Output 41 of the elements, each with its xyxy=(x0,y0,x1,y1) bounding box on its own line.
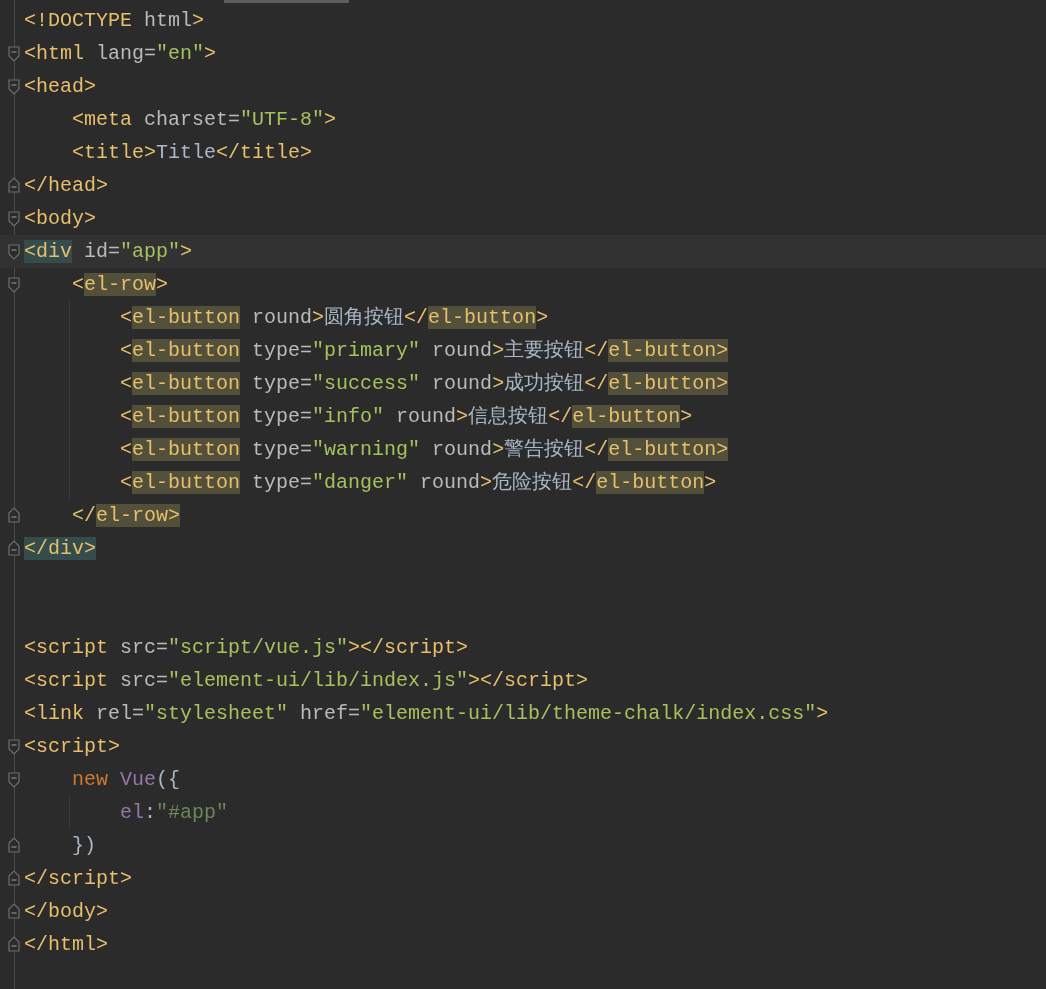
code-line: <el-button type="primary" round>主要按钮</el-button> xyxy=(119,338,729,364)
code-line: el:"#app" xyxy=(119,800,229,826)
code-line: <script src="script/vue.js"></script> xyxy=(24,635,469,661)
code-line: <el-button type="danger" round>危险按钮</el-button> xyxy=(119,470,717,496)
unfold-icon[interactable] xyxy=(8,903,20,919)
code-line: </script> xyxy=(24,866,133,892)
unfold-icon[interactable] xyxy=(8,837,20,853)
code-line: <meta charset="UTF-8"> xyxy=(71,107,337,133)
code-line: <body> xyxy=(24,206,96,232)
code-line: <head> xyxy=(24,74,96,100)
unfold-icon[interactable] xyxy=(8,177,20,193)
code-line: <el-button type="info" round>信息按钮</el-button> xyxy=(119,404,693,430)
code-line: <title>Title</title> xyxy=(71,140,313,166)
code-line: <el-button round>圆角按钮</el-button> xyxy=(119,305,549,331)
code-line: </el-row> xyxy=(71,503,181,529)
code-line: <el-button type="success" round>成功按钮</el-button> xyxy=(119,371,729,397)
fold-icon[interactable] xyxy=(8,772,20,788)
fold-icon[interactable] xyxy=(8,79,20,95)
fold-icon[interactable] xyxy=(8,244,20,260)
code-line: <link rel="stylesheet" href="element-ui/lib/theme-chalk/index.css"> xyxy=(24,701,829,727)
fold-icon[interactable] xyxy=(8,46,20,62)
code-line: }) xyxy=(71,833,96,859)
code-line: <el-button type="warning" round>警告按钮</el-button> xyxy=(119,437,729,463)
code-line: <script> xyxy=(24,734,120,760)
code-line: <el-row> xyxy=(71,272,169,298)
unfold-icon[interactable] xyxy=(8,936,20,952)
code-line: <script src="element-ui/lib/index.js"></script> xyxy=(24,668,589,694)
code-line: </body> xyxy=(24,899,108,925)
code-line: </head> xyxy=(24,173,108,199)
code-line: </html> xyxy=(24,932,108,958)
fold-icon[interactable] xyxy=(8,739,20,755)
code-line: new Vue({ xyxy=(71,767,181,793)
code-line: <div id="app"> xyxy=(24,239,193,265)
unfold-icon[interactable] xyxy=(8,540,20,556)
fold-icon[interactable] xyxy=(8,277,20,293)
unfold-icon[interactable] xyxy=(8,870,20,886)
fold-icon[interactable] xyxy=(8,211,20,227)
scrollbar-thumb[interactable] xyxy=(224,0,349,3)
unfold-icon[interactable] xyxy=(8,507,20,523)
code-line: <!DOCTYPE html> xyxy=(24,8,205,34)
code-line: <html lang="en"> xyxy=(24,41,217,67)
